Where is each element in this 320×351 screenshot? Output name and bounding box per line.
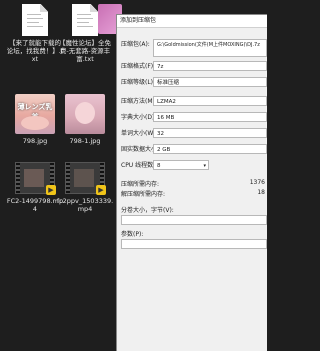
cpu-threads-value: 8 — [157, 163, 161, 169]
text-file-icon — [22, 4, 48, 36]
chevron-down-icon: ▾ — [203, 163, 206, 169]
add-to-archive-dialog: 添加到压缩包 压缩包(A): G:\Goldmission(文件(M上件MOXI… — [116, 14, 267, 351]
cpu-threads-select[interactable]: 8 ▾ — [153, 160, 209, 170]
cpu-threads-label: CPU 线程数: — [121, 162, 156, 169]
level-label: 压缩等级(L): — [121, 79, 156, 86]
split-volume-label: 分卷大小，字节(V): — [121, 207, 174, 214]
split-volume-input[interactable] — [121, 215, 267, 225]
compress-memory-label: 压缩所需内存: — [121, 181, 160, 188]
decompress-memory-label: 解压缩所需内存: — [121, 191, 166, 198]
parameters-input[interactable] — [121, 239, 267, 249]
format-select[interactable]: 7z — [153, 61, 267, 71]
archive-path-label: 压缩包(A): — [121, 41, 150, 48]
text-file-icon — [72, 4, 98, 36]
solid-block-select[interactable]: 2 GB — [153, 144, 267, 154]
image-thumbnail — [65, 94, 105, 134]
compress-memory-value: 1376 — [249, 179, 265, 186]
archive-path-input[interactable]: G:\Goldmission(文件(M上件MOXING)\DJ.7z — [153, 39, 267, 57]
file-item[interactable]: ▶ fc2ppv_1503339.mp4 — [56, 162, 114, 213]
parameters-label: 参数(P): — [121, 231, 144, 238]
image-thumbnail: 薄レンズ乳首 — [15, 94, 55, 134]
file-name: 798-1.jpg — [69, 137, 101, 145]
video-thumbnail: ▶ — [65, 162, 106, 195]
level-select[interactable]: 标准压缩 — [153, 77, 267, 87]
file-name: fc2ppv_1503339.mp4 — [56, 197, 114, 213]
file-name: 【魔性论坛】全免费-无套路-资源丰富.txt — [59, 39, 111, 63]
dictionary-size-select[interactable]: 16 MB — [153, 112, 267, 122]
video-thumbnail: ▶ — [15, 162, 56, 195]
method-label: 压缩方法(M): — [121, 98, 157, 105]
video-play-icon: ▶ — [46, 185, 56, 195]
method-select[interactable]: LZMA2 — [153, 96, 267, 106]
dictionary-size-label: 字典大小(D): — [121, 114, 157, 121]
decompress-memory-value: 18 — [257, 189, 265, 196]
file-item[interactable]: 798-1.jpg — [56, 94, 114, 145]
word-size-select[interactable]: 32 — [153, 128, 267, 138]
format-label: 压缩格式(F): — [121, 63, 156, 70]
dialog-title: 添加到压缩包 — [117, 15, 267, 28]
video-play-icon: ▶ — [96, 185, 106, 195]
